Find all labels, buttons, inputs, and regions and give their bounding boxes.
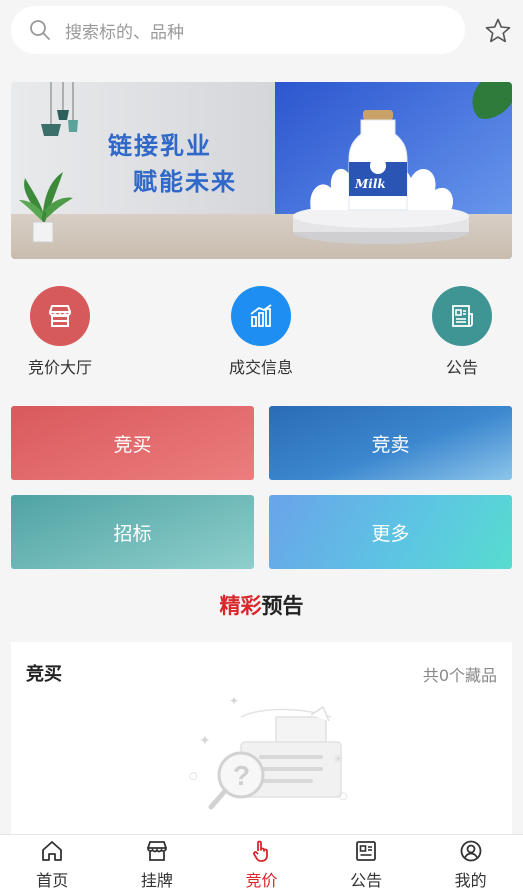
- search-row: 搜索标的、品种: [0, 0, 523, 62]
- tab-label: 挂牌: [140, 871, 173, 890]
- tile-label: 更多: [371, 522, 410, 545]
- tab-mine[interactable]: 我的: [418, 835, 523, 895]
- shop-icon: [146, 841, 167, 861]
- tile-sell-auction[interactable]: 竞卖: [269, 406, 512, 480]
- svg-text:○: ○: [339, 791, 348, 802]
- tab-label: 我的: [454, 871, 487, 890]
- quick-link-deal-info[interactable]: 成交信息: [201, 286, 321, 378]
- home-icon: [42, 841, 63, 861]
- section-title-rest: 预告: [261, 594, 304, 618]
- store-icon: [30, 286, 90, 346]
- tile-more[interactable]: 更多: [269, 495, 512, 569]
- banner-illustration: [11, 82, 512, 259]
- tab-listing[interactable]: 挂牌: [105, 835, 210, 895]
- user-icon: [460, 840, 482, 862]
- section-title-accent: 精彩: [219, 594, 262, 618]
- quick-link-bidding-hall[interactable]: 竞价大厅: [0, 286, 120, 378]
- tab-label: 首页: [36, 871, 69, 890]
- quick-link-label: 公告: [445, 358, 478, 377]
- svg-text:?: ?: [233, 760, 250, 791]
- item-count[interactable]: 共0个藏品: [423, 662, 497, 686]
- tab-label: 公告: [350, 871, 383, 890]
- tile-label: 招标: [113, 522, 152, 545]
- hand-pointer-icon: [253, 840, 269, 862]
- tab-label: 竞价: [245, 871, 278, 890]
- svg-text:✳: ✳: [333, 752, 343, 766]
- tile-label: 竞卖: [371, 433, 410, 456]
- tab-notice[interactable]: 公告: [314, 835, 419, 895]
- section-title: 精彩预告: [0, 590, 523, 620]
- svg-text:○: ○: [189, 771, 198, 782]
- banner-headline-2: 赋能未来: [133, 168, 237, 196]
- bottom-tab-bar: 首页 挂牌 竞价 公告 我的: [0, 834, 523, 895]
- tab-bidding[interactable]: 竞价: [209, 835, 314, 895]
- document-icon: [432, 286, 492, 346]
- card-title: 竞买: [26, 664, 62, 685]
- tile-tender[interactable]: 招标: [11, 495, 254, 569]
- preview-card: 竞买 共0个藏品 ? ✦ ✦ ✳ ○ ○: [11, 642, 512, 842]
- tab-home[interactable]: 首页: [0, 835, 105, 895]
- banner-headline-1: 链接乳业: [108, 132, 212, 160]
- notice-icon: [356, 841, 376, 861]
- bar-chart-icon: [231, 286, 291, 346]
- search-input[interactable]: 搜索标的、品种: [11, 6, 465, 54]
- quick-link-announcements[interactable]: 公告: [402, 286, 522, 378]
- favorite-star-icon[interactable]: [484, 17, 512, 45]
- search-icon: [28, 18, 52, 42]
- tile-buy-auction[interactable]: 竞买: [11, 406, 254, 480]
- empty-state-icon: ? ✦ ✦ ✳ ○ ○: [181, 694, 351, 831]
- promo-banner[interactable]: 链接乳业 赋能未来 Milk: [11, 82, 512, 259]
- bottle-label: Milk: [355, 177, 386, 191]
- quick-link-label: 竞价大厅: [27, 358, 92, 377]
- tile-label: 竞买: [113, 433, 152, 456]
- svg-text:✦: ✦: [229, 697, 239, 708]
- svg-text:✦: ✦: [199, 733, 211, 749]
- quick-link-label: 成交信息: [228, 358, 293, 377]
- search-placeholder: 搜索标的、品种: [65, 22, 184, 43]
